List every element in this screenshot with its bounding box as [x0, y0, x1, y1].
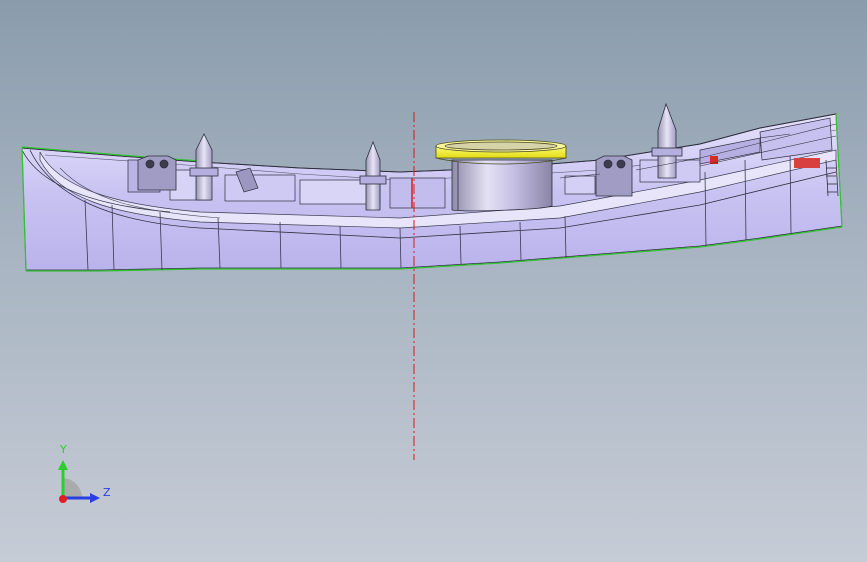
davit-bracket-1	[137, 155, 177, 191]
triad-z-label: Z	[103, 486, 111, 499]
central-cylinder	[451, 159, 553, 212]
hull-model[interactable]	[0, 0, 867, 562]
red-detail-2	[794, 158, 820, 168]
triad-x-axis	[59, 495, 67, 503]
3d-viewport[interactable]: Y Z	[0, 0, 867, 562]
triad-y-arrow	[58, 460, 68, 470]
triad-y-label: Y	[60, 443, 67, 456]
davit-bracket-2	[595, 155, 633, 197]
triad-plane-arc	[62, 478, 82, 498]
triad-z-arrow	[90, 493, 100, 503]
